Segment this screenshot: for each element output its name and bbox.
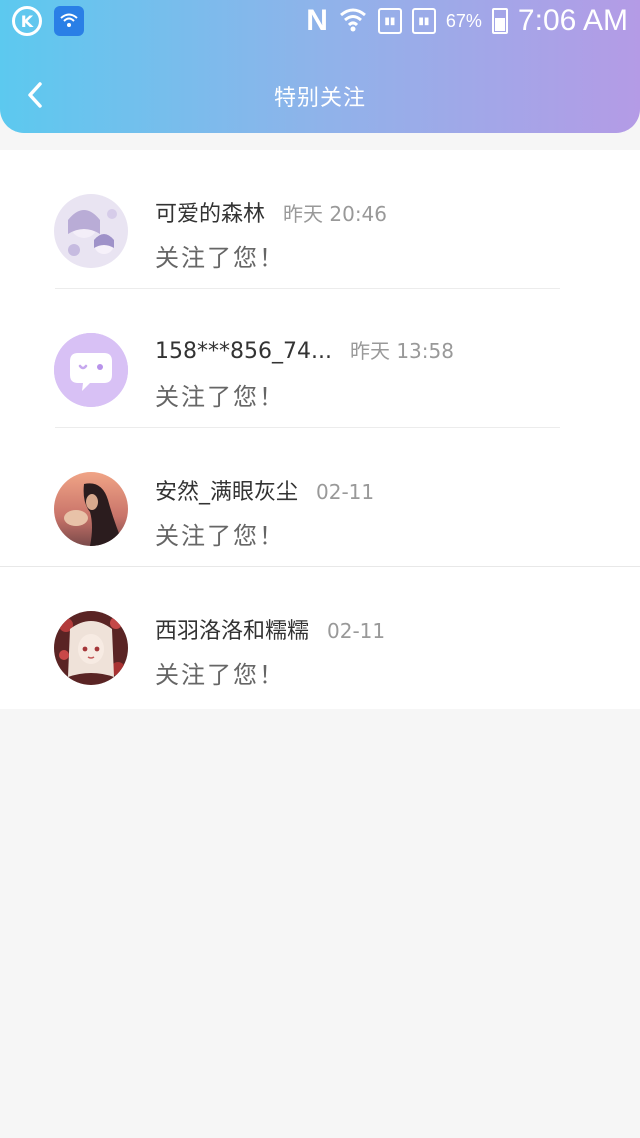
kugou-app-icon: K <box>12 6 42 36</box>
battery-percent: 67% <box>445 10 482 31</box>
message-text: 关注了您！ <box>155 383 285 411</box>
sim2-icon: ▮▮ <box>411 8 436 34</box>
timestamp: 02-11 <box>316 480 375 504</box>
nfc-icon: N <box>306 4 328 37</box>
list-item[interactable]: 安然_满眼灰尘 02-11 关注了您！ <box>0 428 640 567</box>
message-text: 关注了您！ <box>155 522 285 550</box>
timestamp: 昨天 13:58 <box>349 339 454 363</box>
status-time: 7:06 AM <box>517 4 628 37</box>
wifi-signal-icon <box>338 5 368 37</box>
user-name[interactable]: 安然_满眼灰尘 <box>155 474 298 506</box>
timestamp: 昨天 20:46 <box>283 202 388 226</box>
list-item[interactable]: 可爱的森林 昨天 20:46 关注了您！ <box>0 150 640 289</box>
wifi-app-icon <box>54 6 84 36</box>
avatar[interactable] <box>54 611 128 685</box>
list-item[interactable]: 西羽洛洛和糯糯 02-11 关注了您！ <box>0 567 640 709</box>
timestamp: 02-11 <box>327 619 386 643</box>
avatar[interactable] <box>54 333 128 407</box>
page-title: 特别关注 <box>273 86 366 111</box>
avatar[interactable] <box>54 194 128 268</box>
header: K N ▮▮ ▮▮ 67% 7:06 AM 特别关注 <box>0 0 640 133</box>
user-name[interactable]: 可爱的森林 <box>155 196 265 228</box>
user-name[interactable]: 158***856_74... <box>155 339 332 364</box>
message-text: 关注了您！ <box>155 244 285 272</box>
status-bar: K N ▮▮ ▮▮ 67% 7:06 AM <box>0 0 640 46</box>
follow-list: 可爱的森林 昨天 20:46 关注了您！ 158***856_74... 昨天 … <box>0 150 640 709</box>
avatar[interactable] <box>54 472 128 546</box>
message-text: 关注了您！ <box>155 661 285 689</box>
sim1-icon: ▮▮ <box>377 8 402 34</box>
battery-icon <box>491 8 508 34</box>
list-item[interactable]: 158***856_74... 昨天 13:58 关注了您！ <box>0 289 640 428</box>
user-name[interactable]: 西羽洛洛和糯糯 <box>155 613 309 645</box>
chat-bubble-icon <box>54 333 128 407</box>
